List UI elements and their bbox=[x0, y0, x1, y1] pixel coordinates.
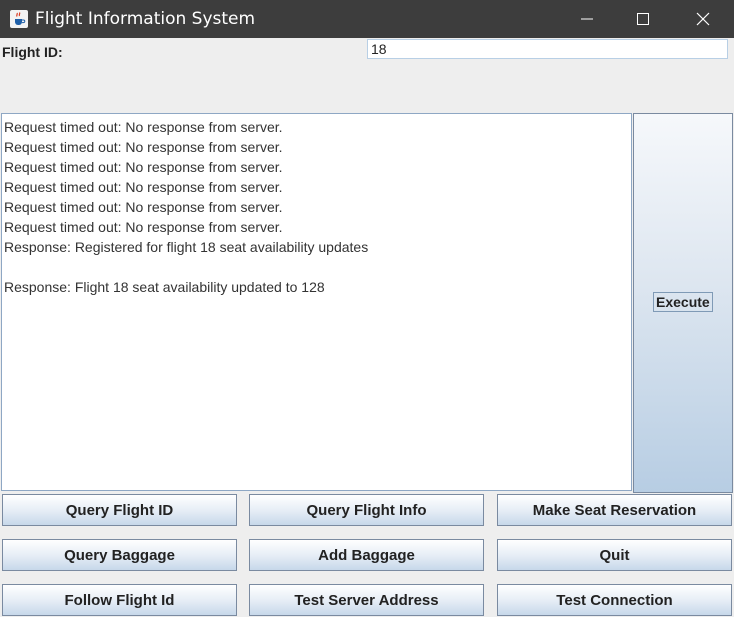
log-line: Response: Flight 18 seat availability up… bbox=[4, 279, 325, 295]
content-panel: Flight ID: Request timed out: No respons… bbox=[0, 38, 734, 617]
quit-button[interactable]: Quit bbox=[497, 539, 732, 571]
minimize-button[interactable] bbox=[564, 0, 610, 38]
close-icon bbox=[696, 12, 710, 26]
log-line: Request timed out: No response from serv… bbox=[4, 219, 283, 235]
log-line: Response: Registered for flight 18 seat … bbox=[4, 239, 369, 255]
query-flight-id-button[interactable]: Query Flight ID bbox=[2, 494, 237, 526]
query-flight-info-button[interactable]: Query Flight Info bbox=[249, 494, 484, 526]
log-line: Request timed out: No response from serv… bbox=[4, 179, 283, 195]
log-line: Request timed out: No response from serv… bbox=[4, 139, 283, 155]
response-log[interactable]: Request timed out: No response from serv… bbox=[1, 113, 632, 491]
log-line: Request timed out: No response from serv… bbox=[4, 119, 283, 135]
maximize-icon bbox=[637, 13, 649, 25]
log-line: Request timed out: No response from serv… bbox=[4, 159, 283, 175]
test-connection-button[interactable]: Test Connection bbox=[497, 584, 732, 616]
test-server-address-button[interactable]: Test Server Address bbox=[249, 584, 484, 616]
add-baggage-button[interactable]: Add Baggage bbox=[249, 539, 484, 571]
execute-button[interactable]: Execute bbox=[633, 113, 733, 493]
log-line: Request timed out: No response from serv… bbox=[4, 199, 283, 215]
title-bar[interactable]: Flight Information System bbox=[0, 0, 734, 38]
window-title: Flight Information System bbox=[35, 9, 256, 29]
query-baggage-button[interactable]: Query Baggage bbox=[2, 539, 237, 571]
maximize-button[interactable] bbox=[620, 0, 666, 38]
execute-button-label: Execute bbox=[653, 292, 713, 312]
app-window: Flight Information System Flight ID: Req… bbox=[0, 0, 734, 617]
flight-id-input[interactable] bbox=[367, 39, 728, 59]
java-coffee-cup-icon[interactable] bbox=[10, 10, 28, 28]
make-seat-reservation-button[interactable]: Make Seat Reservation bbox=[497, 494, 732, 526]
close-button[interactable] bbox=[680, 0, 726, 38]
follow-flight-id-button[interactable]: Follow Flight Id bbox=[2, 584, 237, 616]
minimize-icon bbox=[581, 18, 593, 20]
flight-id-label: Flight ID: bbox=[2, 44, 63, 60]
